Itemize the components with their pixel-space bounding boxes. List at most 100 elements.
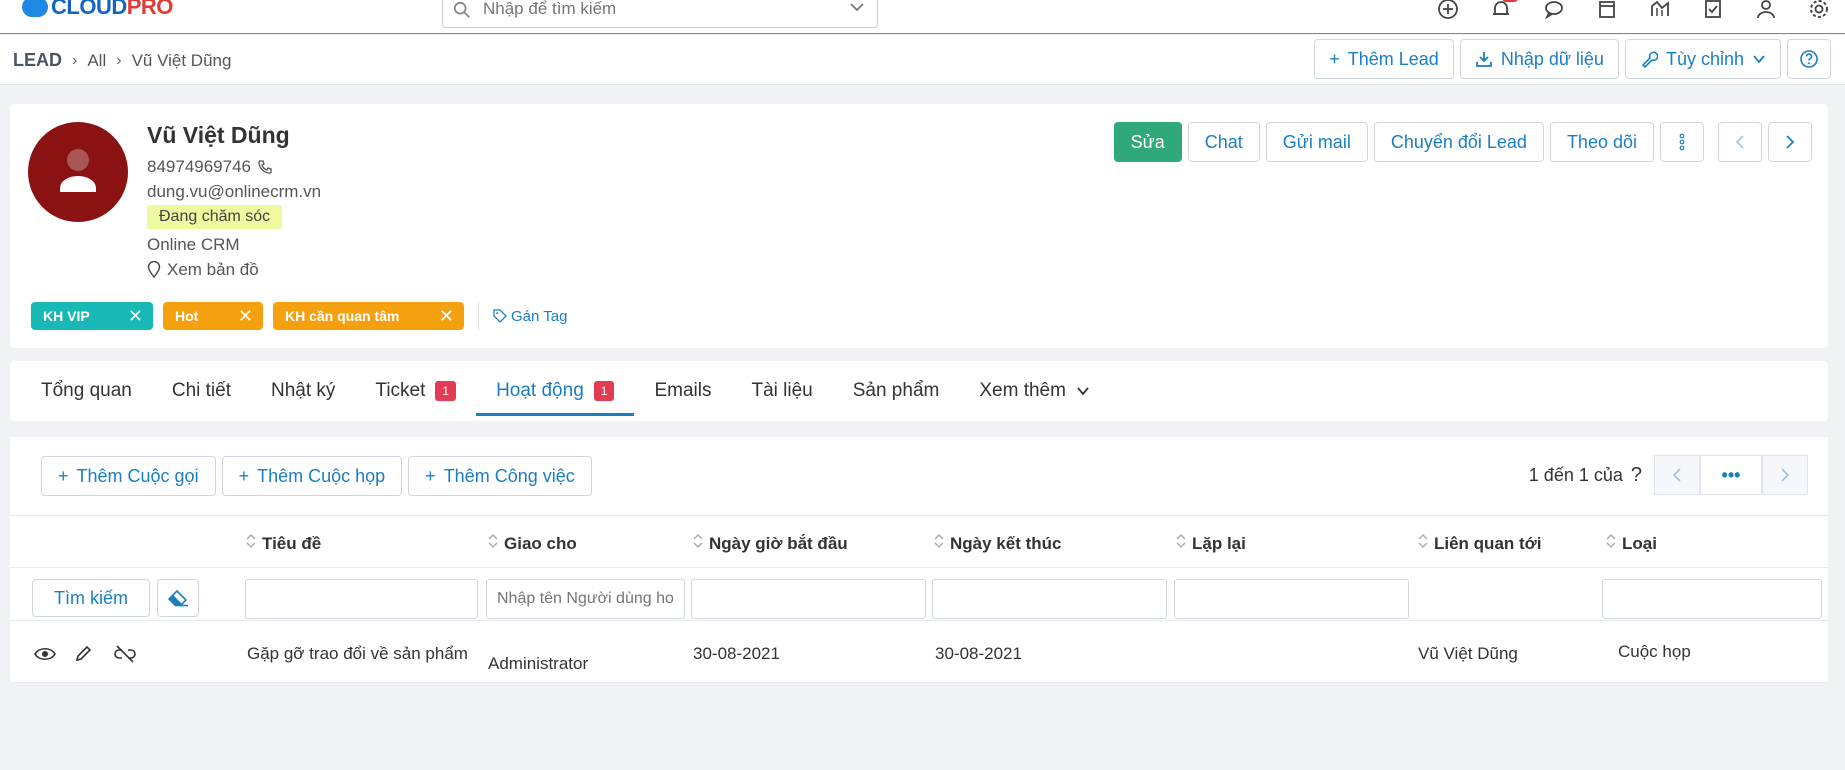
column-label: Tiêu đề	[262, 533, 322, 553]
chevron-down-icon[interactable]	[849, 0, 865, 15]
tag-kh-can-quan-tam[interactable]: KH cần quan tâm ✕	[273, 302, 464, 330]
previous-page-button[interactable]	[1654, 455, 1700, 495]
column-header-end-date[interactable]: Ngày kết thúc	[934, 533, 1061, 554]
edit-button[interactable]: Sửa	[1113, 122, 1182, 162]
clear-filter-button[interactable]	[157, 579, 199, 617]
tab-history[interactable]: Nhật ký	[251, 361, 355, 421]
tab-label: Chi tiết	[171, 380, 231, 401]
chevron-right-icon	[1786, 135, 1795, 149]
title-filter-input[interactable]	[245, 579, 478, 619]
help-question-icon	[1800, 50, 1818, 68]
activity-end-date: 30-08-2021	[935, 644, 1022, 663]
app-logo[interactable]: CLOUDPRO	[22, 0, 173, 20]
map-link-label: Xem bản đồ	[167, 259, 259, 279]
add-circle-icon[interactable]	[1421, 0, 1474, 24]
previous-record-button[interactable]	[1718, 122, 1762, 162]
phone-icon[interactable]	[257, 159, 273, 175]
assignee-filter-input[interactable]	[486, 579, 685, 619]
add-meeting-button[interactable]: + Thêm Cuộc họp	[221, 456, 403, 496]
activity-title[interactable]: Gặp gỡ trao đổi về sản phẩm	[247, 644, 468, 664]
detail-tabs: Tổng quan Chi tiết Nhật ký Ticket 1 Hoạt …	[10, 361, 1828, 421]
tab-activities[interactable]: Hoạt động 1	[476, 361, 635, 421]
end-date-filter-input[interactable]	[932, 579, 1167, 619]
plus-icon: +	[1329, 48, 1340, 69]
customize-label: Tùy chỉnh	[1665, 48, 1744, 69]
customize-button[interactable]: Tùy chỉnh	[1624, 39, 1781, 79]
chevron-right-icon	[1781, 468, 1790, 482]
column-label: Lặp lại	[1192, 533, 1246, 553]
chart-icon[interactable]	[1633, 0, 1686, 24]
add-lead-button[interactable]: + Thêm Lead	[1314, 39, 1454, 79]
count-badge: 1	[435, 381, 457, 401]
calendar-icon[interactable]	[1580, 0, 1633, 24]
tab-more[interactable]: Xem thêm	[959, 361, 1110, 421]
convert-lead-button[interactable]: Chuyển đổi Lead	[1373, 122, 1544, 162]
activity-start-date: 30-08-2021	[693, 644, 780, 663]
tag-kh-vip[interactable]: KH VIP ✕	[31, 302, 153, 330]
task-check-icon[interactable]	[1686, 0, 1739, 24]
add-call-button[interactable]: + Thêm Cuộc gọi	[41, 456, 216, 496]
more-options-button[interactable]	[1660, 122, 1704, 162]
assign-tag-button[interactable]: Gán Tag	[493, 308, 567, 325]
sort-icon	[693, 533, 703, 554]
lead-phone[interactable]: 84974969746	[147, 157, 251, 177]
tab-details[interactable]: Chi tiết	[152, 361, 251, 421]
add-meeting-label: Thêm Cuộc họp	[257, 465, 386, 486]
send-mail-button[interactable]: Gửi mail	[1265, 122, 1368, 162]
next-page-button[interactable]	[1762, 455, 1808, 495]
user-avatar-icon	[60, 149, 96, 192]
repeat-filter-input[interactable]	[1174, 579, 1409, 619]
page-jump-button[interactable]: •••	[1700, 455, 1762, 495]
type-filter-input[interactable]	[1602, 579, 1822, 619]
next-record-button[interactable]	[1768, 122, 1812, 162]
follow-button[interactable]: Theo dõi	[1549, 122, 1654, 162]
breadcrumb-all[interactable]: All	[87, 51, 106, 71]
import-data-button[interactable]: Nhập dữ liệu	[1459, 39, 1619, 79]
tab-emails[interactable]: Emails	[634, 361, 731, 421]
tab-label: Nhật ký	[271, 380, 336, 401]
unlink-icon[interactable]	[114, 643, 136, 665]
column-header-assignee[interactable]: Giao cho	[488, 533, 577, 554]
column-label: Loại	[1622, 533, 1657, 553]
breadcrumb-root[interactable]: LEAD	[13, 50, 62, 71]
edit-pencil-icon[interactable]	[72, 643, 94, 665]
lead-profile-card: Vũ Việt Dũng 84974969746 dung.vu@onlinec…	[10, 104, 1828, 348]
start-date-filter-input[interactable]	[691, 579, 926, 619]
search-filter-button[interactable]: Tìm kiếm	[32, 579, 150, 617]
total-count-help[interactable]: ?	[1631, 464, 1642, 487]
settings-gear-icon[interactable]	[1792, 0, 1845, 24]
help-button[interactable]	[1787, 39, 1831, 79]
tab-documents[interactable]: Tài liệu	[731, 361, 832, 421]
column-header-related[interactable]: Liên quan tới	[1418, 533, 1541, 554]
avatar	[28, 122, 128, 222]
column-header-type[interactable]: Loại	[1606, 533, 1657, 554]
tab-overview[interactable]: Tổng quan	[21, 361, 152, 421]
logo-mark-icon	[22, 0, 48, 17]
column-header-repeat[interactable]: Lặp lại	[1176, 533, 1246, 554]
tag-hot[interactable]: Hot ✕	[163, 302, 263, 330]
close-icon[interactable]: ✕	[439, 306, 454, 327]
pagination: 1 đến 1 của ? •••	[1529, 455, 1808, 495]
column-header-start-date[interactable]: Ngày giờ bắt đầu	[693, 533, 848, 554]
add-task-button[interactable]: + Thêm Công việc	[408, 456, 592, 496]
close-icon[interactable]: ✕	[238, 306, 253, 327]
column-header-title[interactable]: Tiêu đề	[246, 533, 321, 554]
sort-icon	[1606, 533, 1616, 554]
eye-icon[interactable]	[34, 643, 56, 665]
header-actions: + Thêm Lead Nhập dữ liệu Tùy chỉnh	[1314, 39, 1831, 79]
tab-ticket[interactable]: Ticket 1	[355, 361, 476, 421]
table-row[interactable]: Gặp gỡ trao đổi về sản phẩm Administrato…	[10, 621, 1828, 683]
close-icon[interactable]: ✕	[128, 306, 143, 327]
chevron-left-icon	[1735, 135, 1744, 149]
chat-button[interactable]: Chat	[1187, 122, 1260, 162]
chat-bubble-icon[interactable]	[1527, 0, 1580, 24]
global-search[interactable]	[442, 0, 878, 28]
map-link[interactable]: Xem bản đồ	[147, 257, 321, 282]
tab-products[interactable]: Sản phẩm	[833, 361, 960, 421]
user-profile-icon[interactable]	[1739, 0, 1792, 24]
lead-email[interactable]: dung.vu@onlinecrm.vn	[147, 179, 321, 204]
top-icon-bar	[1421, 0, 1845, 24]
activity-related[interactable]: Vũ Việt Dũng	[1418, 644, 1518, 664]
bell-icon[interactable]	[1474, 0, 1527, 24]
global-search-input[interactable]	[483, 0, 833, 23]
